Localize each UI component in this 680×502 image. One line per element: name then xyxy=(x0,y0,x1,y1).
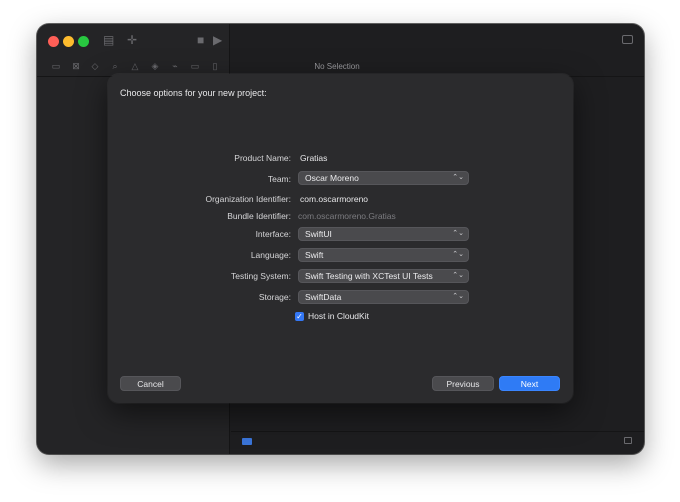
interface-popup-value: SwiftUI xyxy=(305,229,332,239)
test-icon[interactable]: ◈ xyxy=(150,61,160,71)
new-project-options-sheet: Choose options for your new project: Pro… xyxy=(108,74,573,403)
debug-area-divider xyxy=(231,431,644,432)
cancel-button[interactable]: Cancel xyxy=(120,376,181,391)
chevron-updown-icon: ⌃⌄ xyxy=(452,174,464,181)
add-target-icon[interactable]: ✛ xyxy=(127,34,137,46)
testing-system-popup-value: Swift Testing with XCTest UI Tests xyxy=(305,271,433,281)
window-toolbar: ▤ ✛ ■ ▶ xyxy=(37,24,644,57)
interface-label: Interface: xyxy=(255,229,291,239)
language-popup[interactable]: Swift ⌃⌄ xyxy=(298,248,469,262)
stop-icon[interactable]: ■ xyxy=(197,34,204,46)
organization-identifier-label: Organization Identifier: xyxy=(205,194,291,204)
host-in-cloudkit-label[interactable]: Host in CloudKit xyxy=(308,311,369,321)
debug-icon[interactable]: ⌁ xyxy=(170,61,180,71)
storage-popup-value: SwiftData xyxy=(305,292,342,302)
team-popup[interactable]: Oscar Moreno ⌃⌄ xyxy=(298,171,469,185)
storage-label: Storage: xyxy=(258,292,291,302)
sheet-title: Choose options for your new project: xyxy=(120,88,267,98)
folder-icon[interactable]: ▭ xyxy=(51,61,61,71)
chevron-updown-icon: ⌃⌄ xyxy=(452,293,464,300)
language-popup-value: Swift xyxy=(305,250,324,260)
host-in-cloudkit-checkbox[interactable]: ✓ xyxy=(295,312,304,321)
previous-button[interactable]: Previous xyxy=(432,376,494,391)
chevron-updown-icon: ⌃⌄ xyxy=(452,251,464,258)
bundle-identifier-label: Bundle Identifier: xyxy=(227,211,291,221)
storage-popup[interactable]: SwiftData ⌃⌄ xyxy=(298,290,469,304)
find-icon[interactable]: ⌕ xyxy=(110,61,120,71)
organization-identifier-field[interactable]: com.oscarmoreno xyxy=(300,194,368,204)
testing-system-label: Testing System: xyxy=(231,271,291,281)
inspector-toggle-icon[interactable] xyxy=(622,35,633,44)
debug-area-icon[interactable] xyxy=(242,438,252,445)
checkmark-icon: ✓ xyxy=(296,312,303,321)
bundle-identifier-value: com.oscarmoreno.Gratias xyxy=(298,211,396,221)
chevron-updown-icon: ⌃⌄ xyxy=(452,272,464,279)
language-label: Language: xyxy=(250,250,291,260)
close-window-button[interactable] xyxy=(48,36,59,47)
interface-popup[interactable]: SwiftUI ⌃⌄ xyxy=(298,227,469,241)
chevron-updown-icon: ⌃⌄ xyxy=(452,230,464,237)
team-label: Team: xyxy=(267,174,291,184)
source-control-icon[interactable]: ⊠ xyxy=(71,61,81,71)
product-name-label: Product Name: xyxy=(234,153,291,163)
editor-placeholder: No Selection xyxy=(314,62,360,71)
bookmark-icon[interactable]: ◇ xyxy=(90,61,100,71)
team-popup-value: Oscar Moreno xyxy=(305,173,359,183)
report-icon[interactable]: ▯ xyxy=(210,61,220,71)
debug-area-toggle-icon[interactable] xyxy=(624,437,632,444)
run-icon[interactable]: ▶ xyxy=(213,34,222,46)
product-name-field[interactable]: Gratias xyxy=(300,153,327,163)
breakpoint-icon[interactable]: ▭ xyxy=(190,61,200,71)
next-button[interactable]: Next xyxy=(499,376,560,391)
zoom-window-button[interactable] xyxy=(78,36,89,47)
issue-icon[interactable]: △ xyxy=(130,61,140,71)
minimize-window-button[interactable] xyxy=(63,36,74,47)
testing-system-popup[interactable]: Swift Testing with XCTest UI Tests ⌃⌄ xyxy=(298,269,469,283)
sidebar-toggle-icon[interactable]: ▤ xyxy=(103,34,114,46)
